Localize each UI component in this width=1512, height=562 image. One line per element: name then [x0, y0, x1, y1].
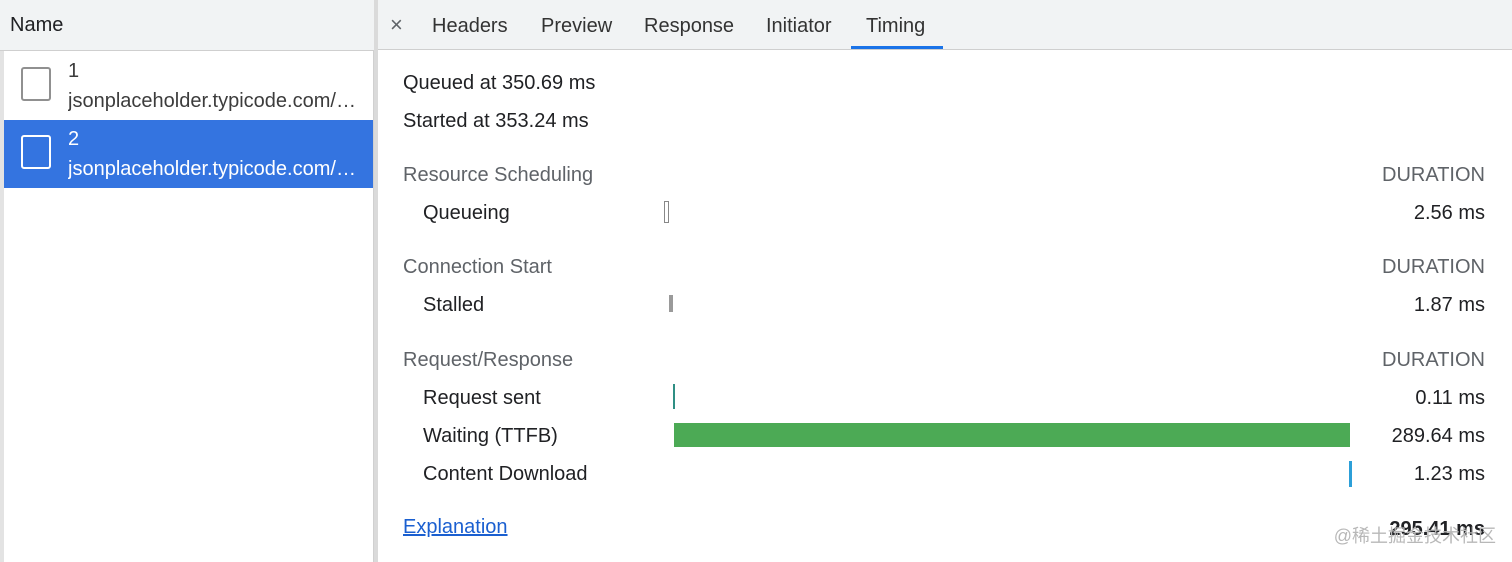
- close-icon[interactable]: ×: [390, 12, 403, 38]
- phase-duration-content-download: 1.23 ms: [1413, 463, 1485, 485]
- queueing-bar: [664, 201, 669, 223]
- queued-at-text: Queued at 350.69 ms: [403, 72, 596, 94]
- request-name: 2: [68, 128, 80, 150]
- tab-headers[interactable]: Headers: [432, 15, 508, 38]
- tab-timing[interactable]: Timing: [866, 15, 925, 38]
- started-at-text: Started at 353.24 ms: [403, 110, 589, 132]
- tab-initiator[interactable]: Initiator: [766, 15, 832, 38]
- request-detail-pane: × Headers Preview Response Initiator Tim…: [378, 0, 1512, 562]
- document-icon: [21, 135, 51, 169]
- phase-duration-waiting-ttfb: 289.64 ms: [1391, 425, 1485, 447]
- phase-label-stalled: Stalled: [423, 294, 485, 316]
- request-list-pane: Name 1 jsonplaceholder.typicode.com/… 2 …: [0, 0, 374, 562]
- name-column-label: Name: [10, 14, 64, 36]
- request-url: jsonplaceholder.typicode.com/…: [68, 158, 356, 180]
- document-icon: [21, 67, 51, 101]
- request-row[interactable]: 1 jsonplaceholder.typicode.com/…: [4, 52, 373, 120]
- section-title-resource-scheduling: Resource Scheduling: [403, 164, 594, 186]
- request-name: 1: [68, 60, 80, 82]
- duration-header: DURATION: [1382, 256, 1485, 278]
- active-tab-indicator: [851, 46, 943, 49]
- request-url: jsonplaceholder.typicode.com/…: [68, 90, 356, 112]
- duration-header: DURATION: [1382, 164, 1485, 186]
- explanation-link[interactable]: Explanation: [403, 516, 508, 539]
- detail-tab-bar: × Headers Preview Response Initiator Tim…: [378, 0, 1512, 50]
- phase-label-waiting-ttfb: Waiting (TTFB): [423, 425, 558, 447]
- phase-label-request-sent: Request sent: [423, 387, 541, 409]
- phase-duration-stalled: 1.87 ms: [1413, 294, 1485, 316]
- name-column-header[interactable]: Name: [0, 0, 374, 51]
- request-row-selected[interactable]: 2 jsonplaceholder.typicode.com/…: [4, 120, 373, 188]
- tab-response[interactable]: Response: [644, 15, 734, 38]
- section-title-connection-start: Connection Start: [403, 256, 552, 278]
- phase-duration-request-sent: 0.11 ms: [1415, 387, 1485, 409]
- waiting-ttfb-bar: [674, 423, 1350, 447]
- watermark-text: @稀土掘金技术社区: [1333, 526, 1496, 546]
- tab-preview[interactable]: Preview: [541, 15, 612, 38]
- request-sent-bar: [673, 384, 675, 409]
- phase-label-queueing: Queueing: [423, 202, 510, 224]
- section-title-request-response: Request/Response: [403, 349, 574, 371]
- content-download-bar: [1349, 461, 1352, 487]
- duration-header: DURATION: [1382, 349, 1485, 371]
- phase-label-content-download: Content Download: [423, 463, 588, 485]
- stalled-bar: [669, 295, 673, 312]
- phase-duration-queueing: 2.56 ms: [1413, 202, 1485, 224]
